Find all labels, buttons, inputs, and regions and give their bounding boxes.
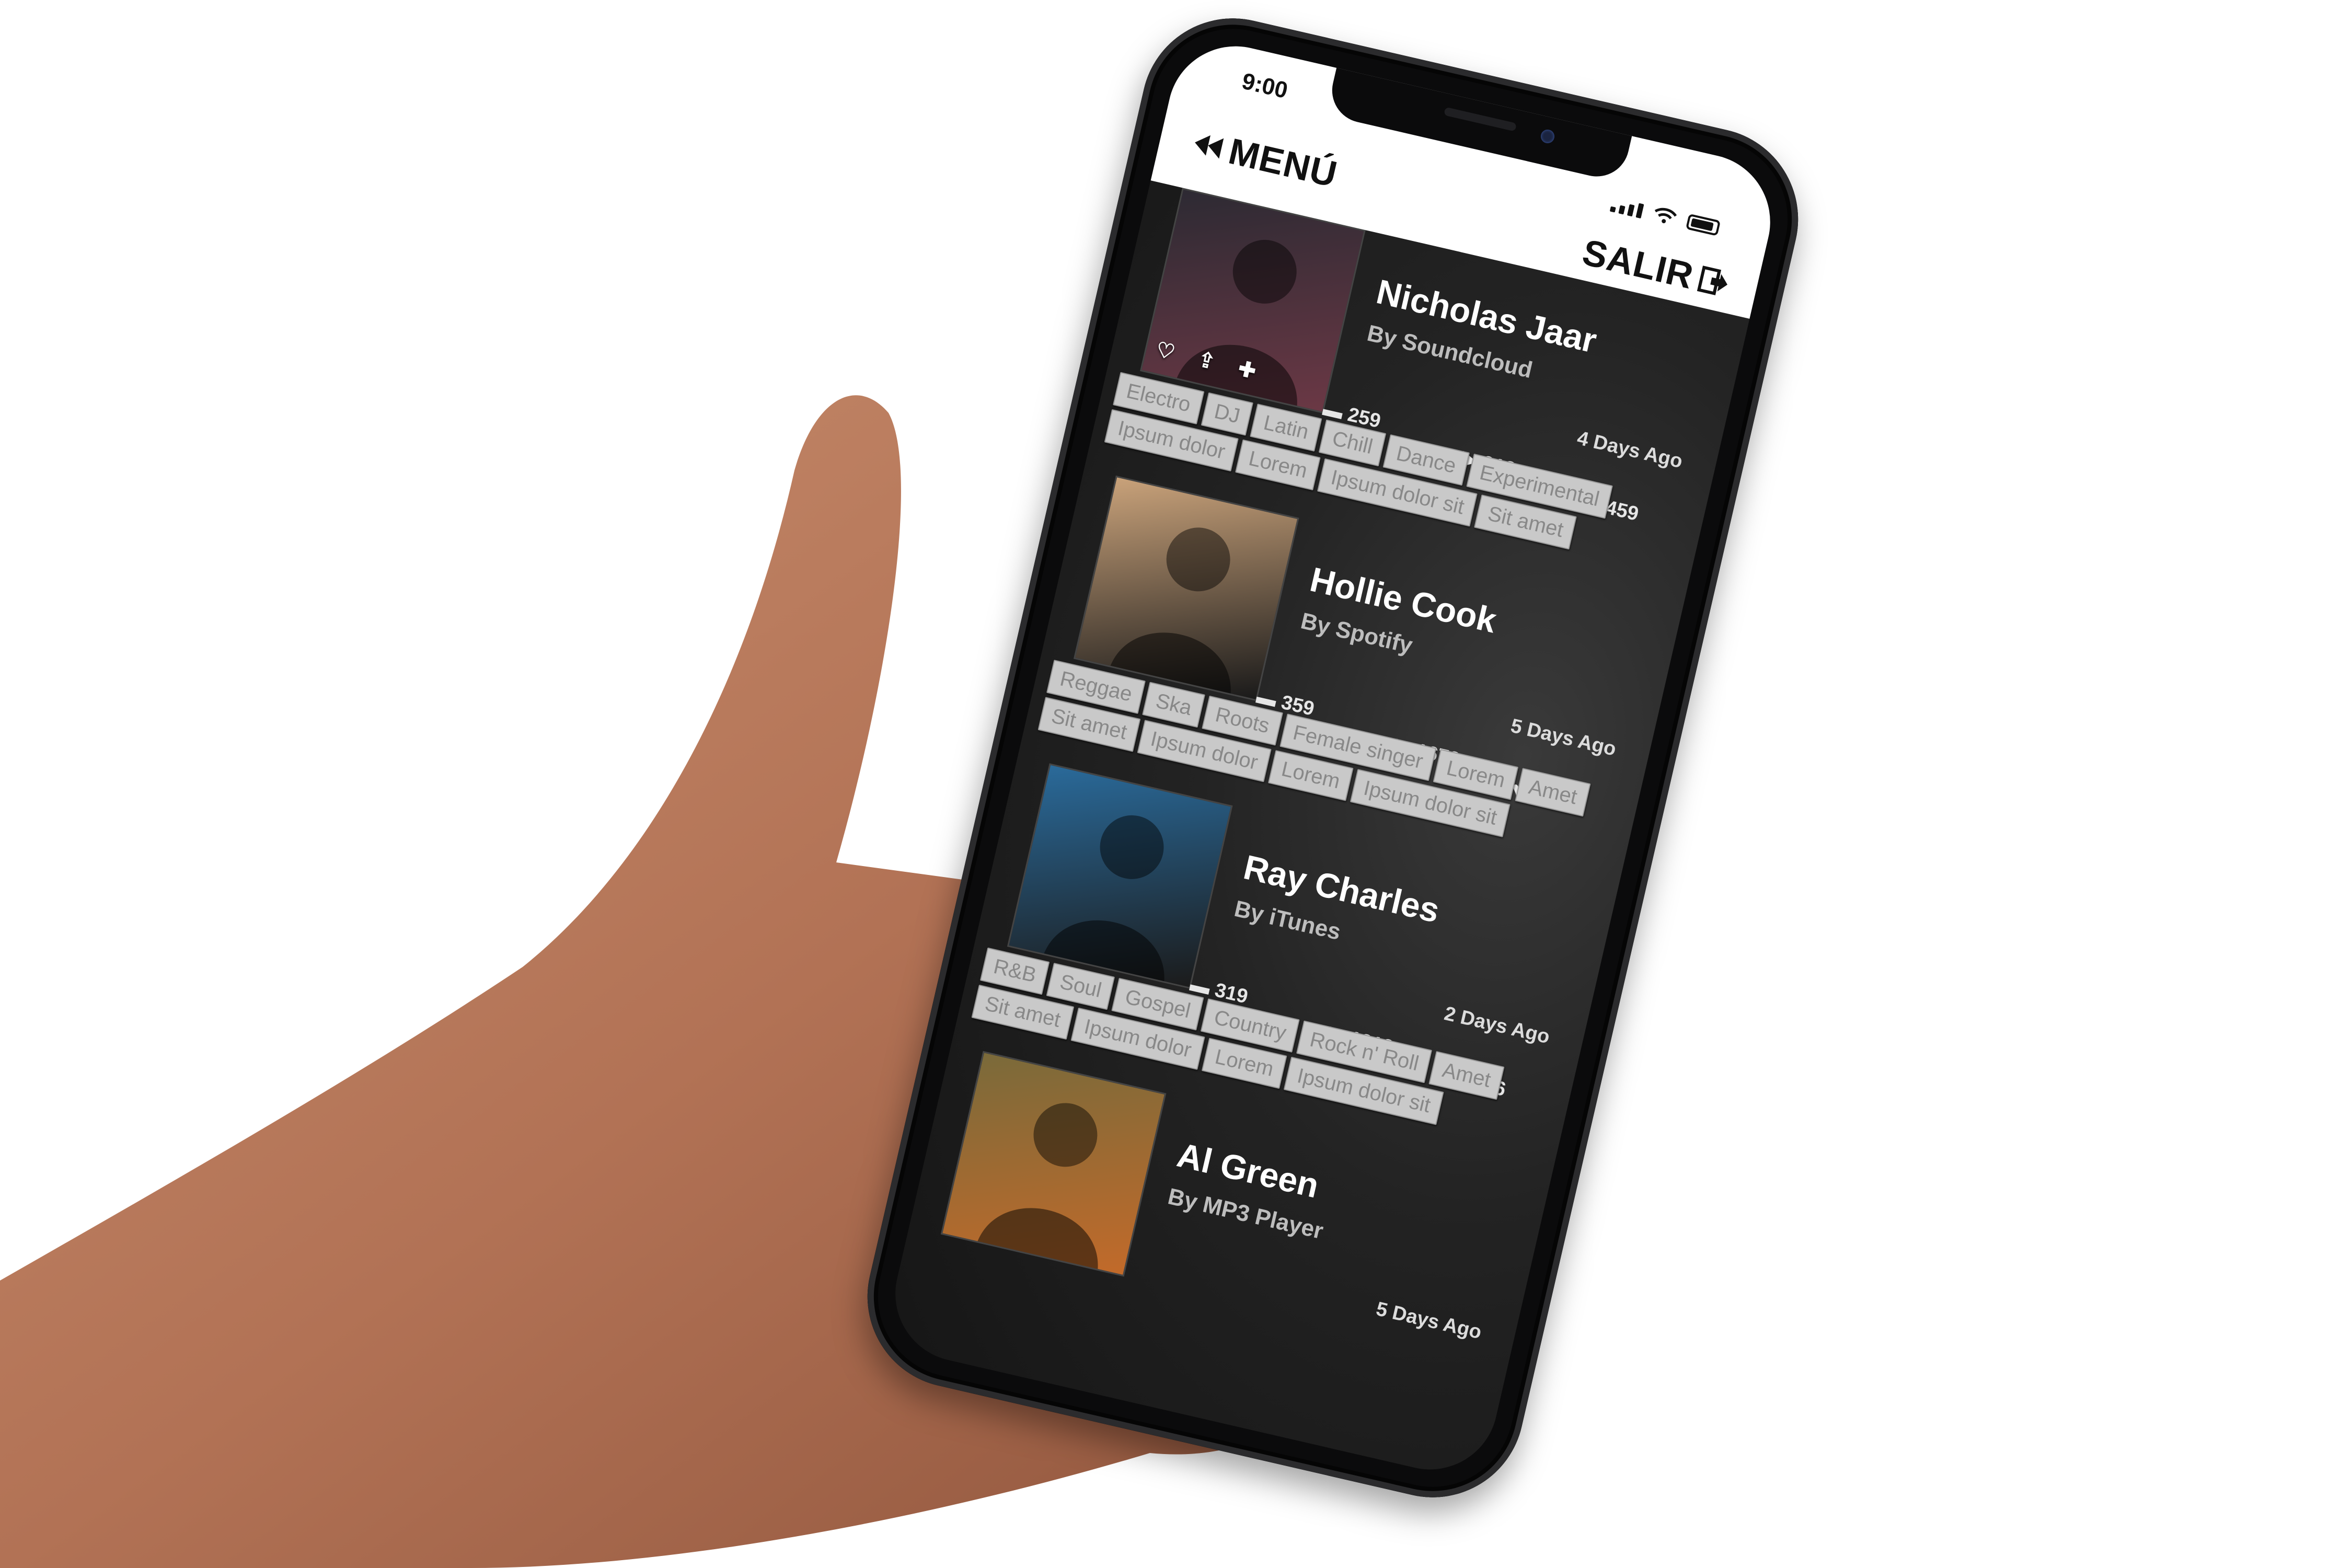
card-info: Ray Charles By iTunes bbox=[1232, 847, 1444, 966]
card-info: Al Green By MP3 Player bbox=[1166, 1135, 1337, 1244]
battery-icon bbox=[1685, 213, 1721, 236]
menu-label: MENÚ bbox=[1225, 130, 1341, 195]
wifi-icon bbox=[1654, 207, 1677, 224]
rewind-icon bbox=[1195, 135, 1224, 159]
time-ago: 5 Days Ago bbox=[1374, 1298, 1484, 1344]
status-icons bbox=[1609, 195, 1721, 236]
front-camera bbox=[1539, 128, 1556, 145]
speaker bbox=[1444, 107, 1517, 132]
menu-button[interactable]: MENÚ bbox=[1189, 122, 1341, 195]
artist-silhouette bbox=[977, 1103, 1098, 1269]
logout-icon bbox=[1697, 266, 1728, 295]
signal-icon bbox=[1609, 197, 1644, 219]
card-info: Nicholas Jaar By Soundcloud bbox=[1365, 271, 1600, 396]
card-info: Hollie Cook By Spotify bbox=[1298, 559, 1501, 676]
status-time: 9:00 bbox=[1239, 68, 1290, 104]
